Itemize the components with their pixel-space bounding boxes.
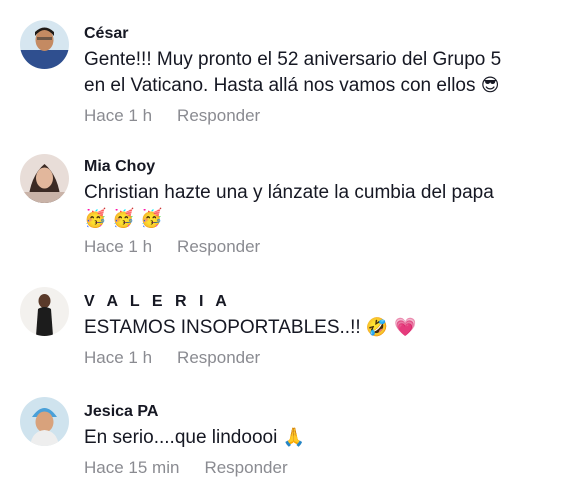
comment-text: ESTAMOS INSOPORTABLES..!! 🤣 💗	[84, 315, 555, 341]
comment-text: Gente!!! Muy pronto el 52 aniversario de…	[84, 47, 555, 99]
comment-meta: Hace 1 h Responder	[84, 237, 555, 257]
comment-text-line: en el Vaticano. Hasta allá nos vamos con…	[84, 75, 476, 96]
reply-button[interactable]: Responder	[177, 106, 260, 125]
avatar[interactable]	[20, 287, 69, 336]
comment-meta: Hace 1 h Responder	[84, 348, 555, 368]
comment-text: Christian hazte una y lánzate la cumbia …	[84, 180, 555, 232]
comment-username[interactable]: César	[84, 24, 555, 44]
reply-button[interactable]: Responder	[177, 348, 260, 367]
comment-text-line: Christian hazte una y lánzate la cumbia …	[84, 182, 494, 203]
comment-username[interactable]: Jesica PA	[84, 402, 555, 422]
comment-username[interactable]: Mia Choy	[84, 157, 555, 177]
comment-username[interactable]: V A L E R I A	[84, 292, 555, 312]
comment-text-line: En serio....que lindoooi	[84, 427, 278, 448]
comment-time: Hace 1 h	[84, 237, 153, 256]
emoji: 🥳 🥳 🥳	[84, 208, 163, 229]
comment-time: Hace 1 h	[84, 106, 153, 125]
avatar[interactable]	[20, 20, 69, 69]
comment-meta: Hace 1 h Responder	[84, 106, 555, 126]
comment-time: Hace 15 min	[84, 458, 180, 477]
emoji: 🤣 💗	[365, 317, 417, 338]
comment-time: Hace 1 h	[84, 348, 153, 367]
comment-text-line: Gente!!! Muy pronto el 52 aniversario de…	[84, 49, 502, 70]
emoji: 🙏	[282, 427, 305, 448]
comment-text-line: ESTAMOS INSOPORTABLES..!!	[84, 317, 361, 338]
avatar[interactable]	[20, 397, 69, 446]
comment-meta: Hace 15 min Responder	[84, 458, 555, 478]
comment-text: En serio....que lindoooi 🙏	[84, 425, 555, 451]
emoji: 😎	[480, 75, 500, 96]
reply-button[interactable]: Responder	[177, 237, 260, 256]
reply-button[interactable]: Responder	[204, 458, 287, 477]
avatar[interactable]	[20, 154, 69, 203]
